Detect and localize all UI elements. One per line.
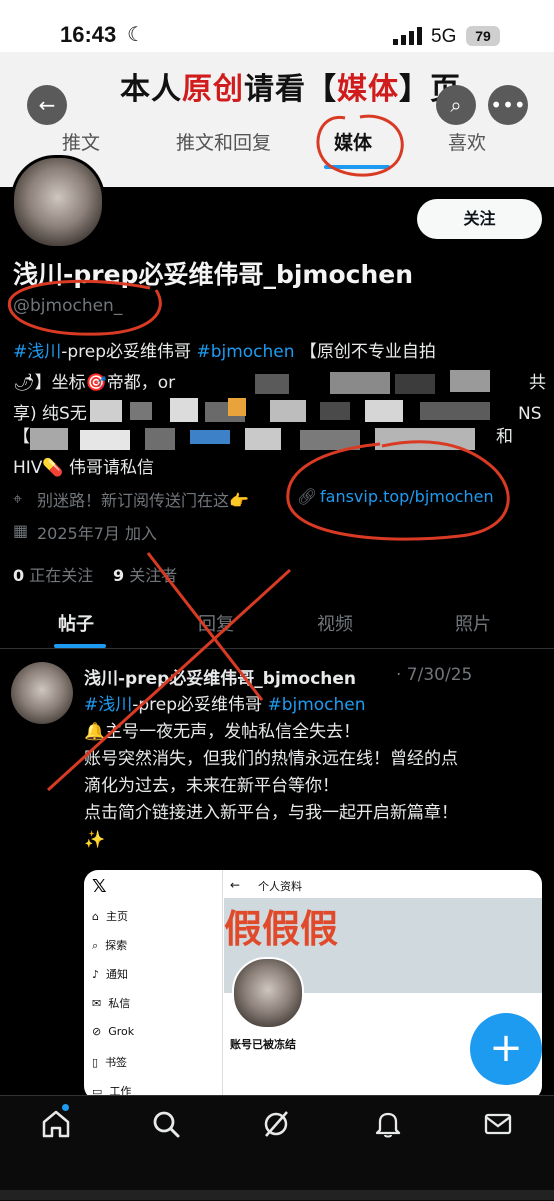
tab-videos[interactable]: 视频 (317, 610, 353, 636)
hashtag-link[interactable]: #bjmochen (196, 342, 294, 362)
tweet-text: #浅川-prep必妥维伟哥 #bjmochen (84, 695, 366, 715)
grok-icon[interactable] (260, 1108, 292, 1140)
embed-avatar (232, 957, 304, 1029)
battery-icon: 79 (466, 26, 500, 46)
back-button[interactable]: ← (27, 85, 67, 125)
embed-frozen-notice: 账号已被冻结 (230, 1038, 296, 1051)
arrow-left-icon: ← (38, 93, 56, 117)
search-icon[interactable] (150, 1108, 182, 1140)
follow-button[interactable]: 关注 (417, 199, 542, 239)
tab-posts[interactable]: 帖子 (58, 610, 94, 636)
embed-nav-item: ⌕ 探索 (92, 939, 128, 952)
link-icon: 🔗︎ (297, 487, 318, 506)
bio-line: 🌶】坐标🎯帝都，or 共 (13, 373, 546, 393)
signal-icon (393, 27, 422, 45)
x-logo-icon: 𝕏 (92, 876, 107, 897)
status-time: 16:43 (60, 22, 117, 47)
more-button[interactable]: ••• (488, 85, 528, 125)
divider (222, 870, 223, 1100)
home-indicator (0, 1190, 554, 1200)
arrow-left-icon: ← (230, 878, 241, 892)
embed-nav-item: ▯ 书签 (92, 1056, 128, 1069)
search-button[interactable]: ⌕ (436, 85, 476, 125)
tweet-text: 滴化为过去，未来在新平台等你！ (84, 776, 339, 796)
tab-media-top[interactable]: 媒体 (334, 128, 372, 155)
tab-posts-top[interactable]: 推文 (62, 128, 100, 155)
divider (0, 648, 554, 649)
following-count[interactable]: 0 正在关注 (13, 562, 93, 586)
tab-replies[interactable]: 回复 (198, 610, 234, 636)
tweet-text: 账号突然消失，但我们的热情永远在线！曾经的点 (84, 749, 458, 769)
tweet-date[interactable]: · 7/30/25 (396, 665, 472, 685)
network-type: 5G (431, 26, 457, 47)
hashtag-link[interactable]: #浅川 (13, 342, 61, 362)
embed-nav-item: ⌂ 主页 (92, 910, 128, 923)
search-icon: ⌕ (450, 93, 462, 117)
hashtag-link[interactable]: #bjmochen (267, 695, 365, 715)
tweet-text: 点击简介链接进入新平台，与我一起开启新篇章！ (84, 803, 458, 823)
bio-line: 【和 (13, 427, 513, 447)
avatar[interactable] (11, 155, 105, 249)
overlay-caption: 本人原创请看【媒体】页 (120, 73, 461, 106)
home-icon[interactable] (40, 1108, 72, 1140)
embed-title: 个人资料 (258, 880, 302, 893)
location-icon: ⌖ (13, 489, 23, 508)
tweet-avatar[interactable] (11, 662, 73, 724)
notification-dot (62, 1104, 69, 1111)
more-icon: ••• (490, 93, 526, 117)
bell-icon[interactable] (372, 1108, 404, 1140)
profile-location: 别迷路！新订阅传送门在这👉 (37, 491, 249, 510)
tab-photos[interactable]: 照片 (455, 610, 491, 636)
profile-website-link[interactable]: fansvip.top/bjmochen (320, 487, 494, 506)
display-name: 浅川-prep必妥维伟哥_bjmochen (13, 260, 414, 289)
embed-nav-item: ✉ 私信 (92, 997, 131, 1010)
tweet-author[interactable]: 浅川-prep必妥维伟哥_bjmochen (84, 664, 356, 689)
embed-nav-item: ⊘ Grok (92, 1025, 135, 1038)
hashtag-link[interactable]: #浅川 (84, 695, 132, 715)
bio-line: HIV💊 伟哥请私信 (13, 458, 154, 478)
join-date: 2025年7月 加入 (37, 524, 157, 543)
compose-button[interactable]: + (470, 1013, 542, 1085)
embed-nav-item: ♪ 通知 (92, 968, 129, 981)
mail-icon[interactable] (482, 1108, 514, 1140)
plus-icon: + (489, 1025, 523, 1071)
fake-overlay-text: 假假假 (224, 909, 339, 951)
followers-count[interactable]: 9 关注者 (113, 562, 177, 586)
tab-indicator (324, 165, 390, 169)
calendar-icon: ▦ (13, 521, 29, 540)
tab-replies-top[interactable]: 推文和回复 (176, 128, 271, 155)
user-handle: @bjmochen_ (13, 296, 123, 316)
tweet-text: ✨ (84, 830, 106, 850)
moon-icon: ☾ (127, 22, 145, 46)
tweet-text: 🔔主号一夜无声，发帖私信全失去！ (84, 722, 361, 742)
bio-line: #浅川-prep必妥维伟哥 #bjmochen 【原创不专业自拍 (13, 342, 436, 362)
tab-likes-top[interactable]: 喜欢 (448, 128, 486, 155)
